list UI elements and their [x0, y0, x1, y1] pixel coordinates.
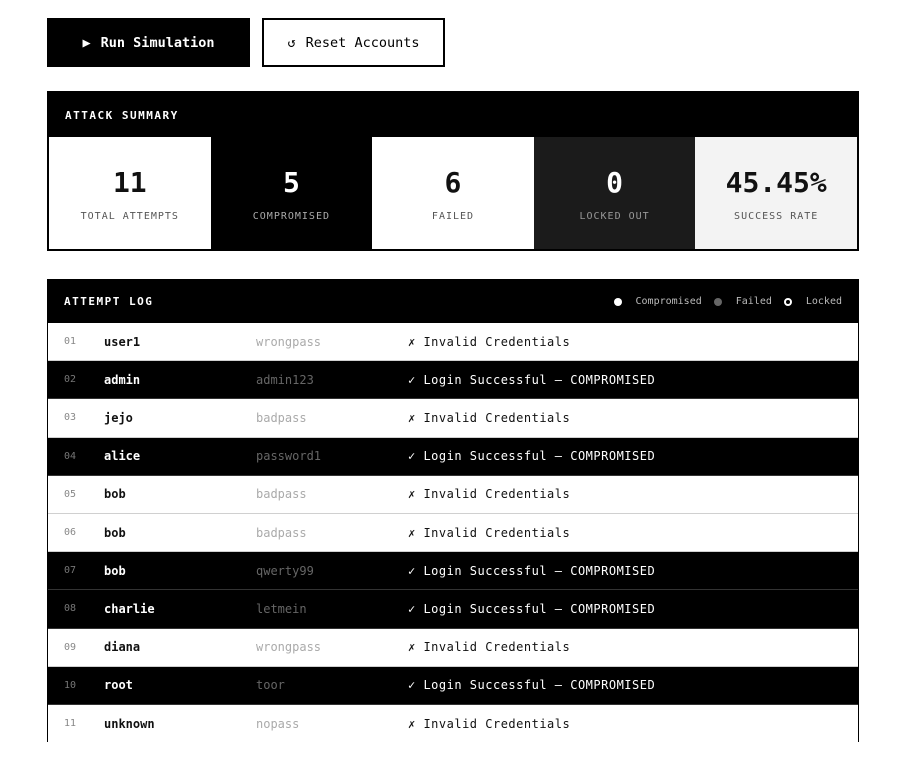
row-password: qwerty99 — [256, 563, 314, 578]
row-username: root — [104, 678, 133, 693]
status-legend: Compromised Failed Locked — [613, 296, 842, 307]
row-index: 05 — [64, 488, 77, 500]
row-result: ✓ Login Successful — COMPROMISED — [408, 678, 656, 693]
log-row: 11 unknown nopass ✗ Invalid Credentials — [48, 704, 858, 744]
stat-value: 45.45% — [725, 165, 827, 199]
stat-label: FAILED — [431, 210, 475, 222]
row-password: admin123 — [256, 372, 314, 387]
action-bar: ▶ Run Simulation ↺ Reset Accounts — [47, 18, 445, 67]
row-password: badpass — [256, 487, 307, 502]
stat-total-attempts: 11 TOTAL ATTEMPTS — [49, 137, 211, 249]
row-password: wrongpass — [256, 334, 322, 349]
stat-value: 5 — [282, 165, 300, 199]
row-result: ✗ Invalid Credentials — [408, 716, 571, 731]
row-password: password1 — [256, 449, 322, 464]
stat-value: 11 — [112, 165, 147, 199]
row-password: wrongpass — [256, 640, 322, 655]
compromised-dot-icon — [613, 297, 622, 306]
row-username: bob — [104, 563, 126, 578]
row-password: badpass — [256, 410, 307, 425]
row-result: ✗ Invalid Credentials — [408, 410, 571, 425]
attack-summary-panel: ATTACK SUMMARY 11 TOTAL ATTEMPTS 5 COMPR… — [47, 91, 859, 251]
row-username: jejo — [104, 410, 133, 425]
legend-compromised-label: Compromised — [635, 296, 702, 307]
log-row: 10 root toor ✓ Login Successful — COMPROMIS… — [48, 666, 858, 705]
legend-failed-label: Failed — [735, 296, 772, 307]
stat-label: TOTAL ATTEMPTS — [80, 210, 179, 222]
attempt-log-panel: ATTEMPT LOG Compromised Failed Locked 01… — [47, 279, 859, 744]
row-index: 09 — [64, 641, 77, 653]
row-username: unknown — [104, 716, 155, 731]
summary-stats: 11 TOTAL ATTEMPTS 5 COMPROMISED 6 FAILED… — [49, 137, 857, 249]
row-index: 08 — [64, 603, 77, 615]
reset-icon: ↺ — [287, 34, 296, 51]
log-row: 09 diana wrongpass ✗ Invalid Credentials — [48, 628, 858, 667]
row-result: ✗ Invalid Credentials — [408, 487, 571, 502]
attack-summary-title: ATTACK SUMMARY — [49, 93, 857, 137]
attempt-log-header: ATTEMPT LOG Compromised Failed Locked — [48, 280, 858, 323]
row-password: toor — [256, 678, 285, 693]
row-password: nopass — [256, 716, 300, 731]
log-row: 04 alice password1 ✓ Login Successful — COM… — [48, 437, 858, 476]
row-index: 04 — [64, 450, 77, 462]
run-simulation-label: Run Simulation — [100, 34, 215, 51]
attempt-log-rows: 01 user1 wrongpass ✗ Invalid Credentials 02 a… — [48, 323, 858, 744]
row-password: badpass — [256, 525, 307, 540]
stat-label: SUCCESS RATE — [734, 210, 819, 222]
row-username: user1 — [104, 334, 141, 349]
stat-compromised: 5 COMPROMISED — [210, 137, 373, 249]
stat-label: COMPROMISED — [252, 210, 330, 222]
reset-accounts-button[interactable]: ↺ Reset Accounts — [262, 18, 445, 67]
row-result: ✗ Invalid Credentials — [408, 334, 571, 349]
row-result: ✗ Invalid Credentials — [408, 640, 571, 655]
row-result: ✓ Login Successful — COMPROMISED — [408, 563, 656, 578]
log-row: 02 admin admin123 ✓ Login Successful — COMP… — [48, 361, 858, 400]
stat-value: 6 — [444, 165, 462, 199]
row-index: 11 — [64, 718, 77, 730]
row-username: bob — [104, 525, 126, 540]
failed-dot-icon — [713, 297, 722, 306]
row-username: admin — [104, 372, 141, 387]
row-index: 07 — [64, 565, 77, 577]
legend-locked-label: Locked — [805, 296, 842, 307]
log-row: 06 bob badpass ✗ Invalid Credentials — [48, 513, 858, 553]
stat-failed: 6 FAILED — [372, 137, 534, 249]
row-index: 03 — [64, 412, 77, 424]
stat-value: 0 — [606, 165, 623, 199]
log-row: 03 jejo badpass ✗ Invalid Credentials — [48, 399, 858, 438]
row-index: 10 — [64, 679, 77, 691]
attempt-log-title: ATTEMPT LOG — [64, 295, 154, 308]
row-username: bob — [104, 487, 126, 502]
stat-label: LOCKED OUT — [579, 210, 650, 222]
log-row: 05 bob badpass ✗ Invalid Credentials — [48, 475, 858, 514]
row-result: ✓ Login Successful — COMPROMISED — [408, 449, 656, 464]
row-username: diana — [104, 640, 141, 655]
log-row: 07 bob qwerty99 ✓ Login Successful — COMPRO… — [48, 552, 858, 591]
stat-success-rate: 45.45% SUCCESS RATE — [695, 137, 857, 249]
row-result: ✓ Login Successful — COMPROMISED — [408, 601, 656, 616]
row-password: letmein — [256, 601, 307, 616]
log-row: 08 charlie letmein ✓ Login Successful — COM… — [48, 590, 858, 629]
locked-ring-icon — [783, 297, 792, 306]
row-index: 01 — [64, 336, 77, 348]
row-result: ✓ Login Successful — COMPROMISED — [408, 372, 656, 387]
row-username: alice — [104, 449, 141, 464]
row-result: ✗ Invalid Credentials — [408, 525, 571, 540]
log-row: 01 user1 wrongpass ✗ Invalid Credentials — [48, 323, 858, 362]
play-icon: ▶ — [82, 34, 91, 51]
row-index: 02 — [64, 374, 77, 386]
stat-locked-out: 0 LOCKED OUT — [533, 137, 696, 249]
run-simulation-button[interactable]: ▶ Run Simulation — [47, 18, 250, 67]
row-index: 06 — [64, 527, 77, 539]
reset-accounts-label: Reset Accounts — [305, 34, 420, 51]
row-username: charlie — [104, 601, 155, 616]
